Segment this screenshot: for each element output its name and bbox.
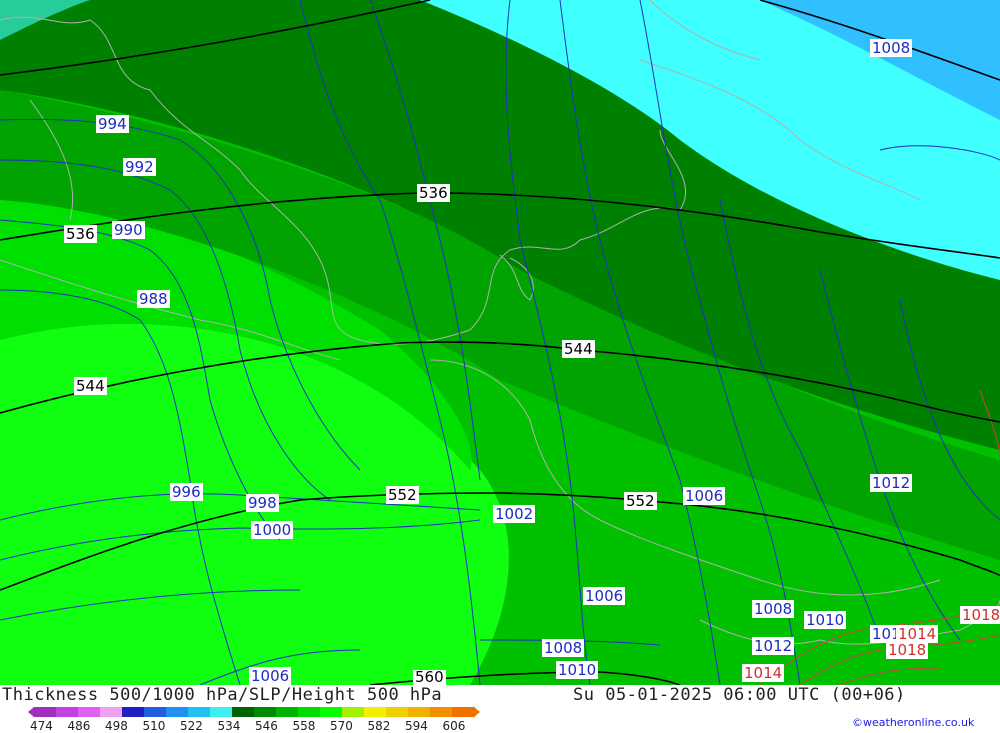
thickness-label: 536 [417, 184, 450, 202]
color-scale-swatch [298, 707, 321, 717]
isobar-label: 1000 [251, 521, 294, 539]
color-scale-swatch [452, 707, 475, 717]
color-scale-swatch [320, 707, 343, 717]
color-scale-swatch [364, 707, 387, 717]
isobar-label: 1006 [249, 667, 292, 685]
isobar-label: 1006 [683, 487, 726, 505]
color-scale-ticks: 474 486 498 510 522 534 546 558 570 582 594 606 [0, 719, 520, 733]
thickness-label: 552 [624, 492, 657, 510]
isobar-label: 988 [137, 290, 170, 308]
color-scale-swatch [188, 707, 211, 717]
color-scale-right-arrow [474, 707, 480, 717]
isobar-label: 998 [246, 494, 279, 512]
map-canvas [0, 0, 1000, 686]
thickness-label: 544 [562, 340, 595, 358]
color-scale-tick-label: 546 [255, 719, 278, 733]
color-scale-tick-label: 594 [405, 719, 428, 733]
thickness-label: 560 [413, 670, 446, 685]
thickness-label: 552 [386, 486, 419, 504]
thickness-label: 536 [64, 225, 97, 243]
color-scale-swatch [166, 707, 189, 717]
color-scale-swatch [254, 707, 277, 717]
color-scale [28, 705, 480, 719]
valid-time: Su 05-01-2025 06:00 UTC (00+06) [573, 685, 906, 705]
isobar-label: 990 [112, 221, 145, 239]
color-scale-tick-label: 498 [105, 719, 128, 733]
color-scale-tick-label: 522 [180, 719, 203, 733]
isobar-label: 1008 [870, 39, 913, 57]
isobar-label: 1008 [542, 639, 585, 657]
map-footer: Thickness 500/1000 hPa/SLP/Height 500 hP… [0, 685, 1000, 733]
color-scale-swatch [408, 707, 431, 717]
color-scale-tick-label: 570 [330, 719, 353, 733]
color-scale-swatch [78, 707, 101, 717]
isobar-label: 992 [123, 158, 156, 176]
color-scale-tick-label: 486 [67, 719, 91, 733]
isobar-label: 994 [96, 115, 129, 133]
color-scale-swatch [386, 707, 409, 717]
isobar-label: 1018 [886, 641, 929, 659]
color-scale-swatch [342, 707, 365, 717]
color-scale-swatch [232, 707, 255, 717]
isobar-label: 1012 [870, 474, 913, 492]
credit-link[interactable]: ©weatheronline.co.uk [852, 716, 974, 729]
color-scale-swatch [144, 707, 167, 717]
map-title: Thickness 500/1000 hPa/SLP/Height 500 hP… [2, 685, 443, 705]
isobar-label: 1006 [583, 587, 626, 605]
weather-map: 536 536 544 544 552 552 560 994 992 990 … [0, 0, 1000, 686]
color-scale-left-arrow [28, 707, 34, 717]
isobar-label: 1010 [804, 611, 847, 629]
color-scale-swatch [210, 707, 233, 717]
color-scale-tick-label: 510 [142, 719, 166, 733]
isobar-label: 1008 [752, 600, 795, 618]
color-scale-swatch [122, 707, 145, 717]
isobar-label: 1012 [752, 637, 795, 655]
color-scale-swatch [56, 707, 79, 717]
color-scale-swatch [276, 707, 299, 717]
color-scale-tick-label: 534 [217, 719, 241, 733]
color-scale-swatch [430, 707, 453, 717]
isobar-label: 1014 [742, 664, 785, 682]
color-scale-tick-label: 582 [367, 719, 391, 733]
isobar-label: 1018 [960, 606, 1000, 624]
color-scale-tick-label: 606 [442, 719, 466, 733]
isobar-label: 1010 [870, 625, 896, 643]
color-scale-swatch [34, 707, 57, 717]
isobar-label: 1010 [556, 661, 599, 679]
thickness-label: 544 [74, 377, 107, 395]
isobar-label: 1002 [493, 505, 536, 523]
color-scale-tick-label: 558 [292, 719, 316, 733]
color-scale-swatch [100, 707, 123, 717]
color-scale-tick-label: 474 [30, 719, 53, 733]
isobar-label: 996 [170, 483, 203, 501]
